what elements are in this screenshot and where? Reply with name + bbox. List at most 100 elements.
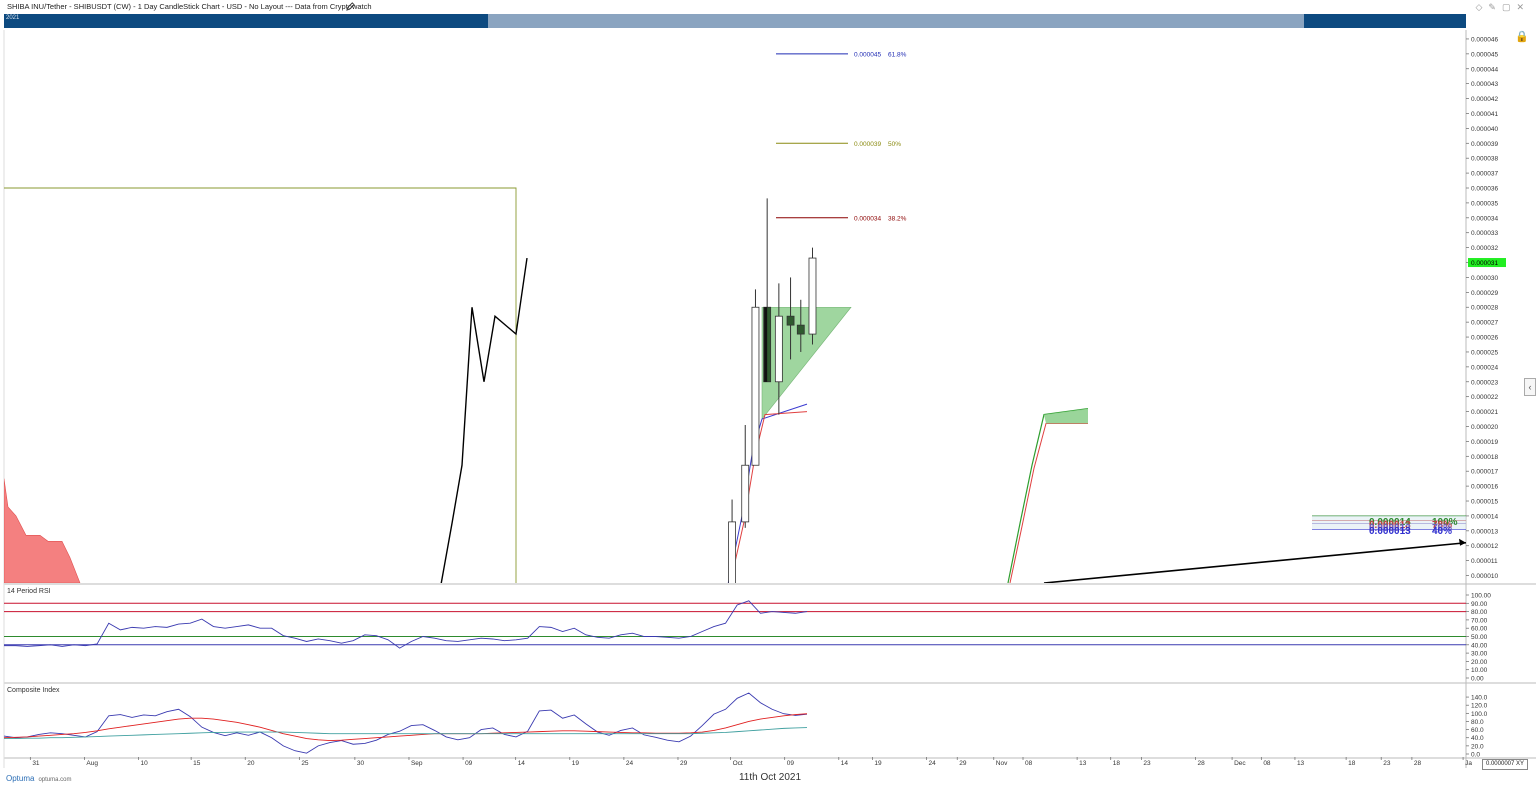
fib-pct-label: 61.8% xyxy=(888,51,907,58)
price-tick-label: 0.000035 xyxy=(1471,200,1498,207)
price-tick-label: 0.000046 xyxy=(1471,36,1498,43)
price-tick-label: 0.000034 xyxy=(1471,215,1498,222)
x-tick-label: Dec xyxy=(1234,760,1246,767)
cursor-date: 11th Oct 2021 xyxy=(738,772,802,783)
price-tick-label: 0.000039 xyxy=(1471,141,1498,148)
x-tick-label: 08 xyxy=(1025,760,1033,767)
x-tick-label: 20 xyxy=(247,760,255,767)
rsi-tick-label: 70.00 xyxy=(1471,617,1488,624)
ci-tick-label: 0.0 xyxy=(1471,752,1480,759)
ci-tick-label: 40.0 xyxy=(1471,735,1484,742)
fib-pct-label: 38.2% xyxy=(888,215,907,222)
price-tick-label: 0.000028 xyxy=(1471,305,1498,312)
last-price-label: 0.000031 xyxy=(1471,260,1498,267)
rsi-tick-label: 30.00 xyxy=(1471,651,1488,658)
x-tick-label: 09 xyxy=(787,760,795,767)
x-tick-label: 14 xyxy=(841,760,849,767)
lock-icon[interactable]: 🔒 xyxy=(1515,30,1529,44)
ma-line-blue xyxy=(727,403,808,583)
fib-price-label: 0.000045 xyxy=(854,51,881,58)
ci-tick-label: 100.0 xyxy=(1471,711,1488,718)
rsi-tick-label: 50.00 xyxy=(1471,634,1488,641)
x-tick-label: 14 xyxy=(518,760,526,767)
ci-series-line xyxy=(3,692,808,754)
x-tick-label: 10 xyxy=(141,760,149,767)
rsi-tick-label: 60.00 xyxy=(1471,626,1488,633)
price-tick-label: 0.000044 xyxy=(1471,66,1498,73)
ci-tick-label: 20.0 xyxy=(1471,743,1484,750)
price-tick-label: 0.000027 xyxy=(1471,320,1498,327)
rsi-tick-label: 10.00 xyxy=(1471,667,1488,674)
boxed-range-outline xyxy=(4,187,517,583)
red-projection-line xyxy=(1009,423,1088,583)
price-tick-label: 0.000023 xyxy=(1471,379,1498,386)
optuma-logo: Optuma optuma.com xyxy=(6,774,71,783)
price-tick-label: 0.000019 xyxy=(1471,439,1498,446)
price-tick-label: 0.000020 xyxy=(1471,424,1498,431)
rsi-tick-label: 20.00 xyxy=(1471,659,1488,666)
x-tick-label: 28 xyxy=(1414,760,1422,767)
ci-title: Composite Index xyxy=(7,687,60,694)
x-tick-label: 30 xyxy=(357,760,365,767)
x-tick-label: 24 xyxy=(929,760,937,767)
ci-series-line xyxy=(3,713,808,742)
price-tick-label: 0.000042 xyxy=(1471,96,1498,103)
trend-line xyxy=(1043,541,1466,583)
candle-body xyxy=(728,521,736,583)
price-tick-label: 0.000026 xyxy=(1471,335,1498,342)
price-tick-label: 0.000010 xyxy=(1471,573,1498,580)
x-tick-label: 18 xyxy=(1113,760,1121,767)
x-tick-label: 18 xyxy=(1348,760,1356,767)
x-tick-label: Oct xyxy=(733,760,743,767)
x-tick-label: 29 xyxy=(959,760,967,767)
xy-readout: 0.0000007 XY xyxy=(1482,759,1528,770)
price-tick-label: 0.000036 xyxy=(1471,186,1498,193)
fib-price-label: 0.000034 xyxy=(854,215,881,222)
x-tick-label: 08 xyxy=(1263,760,1271,767)
candle-body xyxy=(751,306,760,466)
ci-tick-label: 60.0 xyxy=(1471,727,1484,734)
price-tick-label: 0.000030 xyxy=(1471,275,1498,282)
ci-tick-label: 140.0 xyxy=(1471,695,1488,702)
price-tick-label: 0.000018 xyxy=(1471,454,1498,461)
x-tick-label: Aug xyxy=(86,760,98,767)
brand-url: optuma.com xyxy=(38,777,72,783)
price-tick-label: 0.000037 xyxy=(1471,171,1498,178)
x-tick-label: 23 xyxy=(1383,760,1391,767)
x-tick-label: 23 xyxy=(1143,760,1151,767)
candle-body-dark xyxy=(764,307,768,382)
price-tick-label: 0.000013 xyxy=(1471,528,1498,535)
brand-name: Optuma xyxy=(6,774,35,783)
price-tick-label: 0.000017 xyxy=(1471,469,1498,476)
rsi-tick-label: 90.00 xyxy=(1471,601,1488,608)
collapse-panel-icon[interactable]: ‹ xyxy=(1524,378,1536,396)
x-tick-label: 19 xyxy=(874,760,882,767)
candle-body xyxy=(786,315,795,326)
price-tick-label: 0.000032 xyxy=(1471,245,1498,252)
green-projection-line xyxy=(1007,408,1089,583)
rsi-line xyxy=(4,600,808,649)
rsi-title: 14 Period RSI xyxy=(7,588,51,595)
x-tick-label: Ja xyxy=(1465,760,1472,767)
trend-arrowhead xyxy=(1459,538,1466,546)
chart-canvas[interactable]: 0.000045 61.8% 0.000039 50% 0.000034 38.2% 0.0… xyxy=(0,0,1536,788)
rsi-tick-label: 40.00 xyxy=(1471,642,1488,649)
x-tick-label: Nov xyxy=(996,760,1008,767)
x-tick-label: 19 xyxy=(572,760,580,767)
xy-value: 0.0000007 xyxy=(1485,761,1515,767)
ci-tick-label: 120.0 xyxy=(1471,703,1488,710)
price-tick-label: 0.000014 xyxy=(1471,513,1498,520)
price-projection-line xyxy=(440,257,528,583)
fib-pct-label: 50% xyxy=(888,141,901,148)
price-tick-label: 0.000029 xyxy=(1471,290,1498,297)
x-tick-label: 25 xyxy=(301,760,309,767)
x-tick-label: 24 xyxy=(626,760,634,767)
price-tick-label: 0.000040 xyxy=(1471,126,1498,133)
ichimoku-cloud-red xyxy=(4,478,81,583)
fib-cluster-price: 0.000013 xyxy=(1369,526,1411,537)
ci-tick-label: 80.0 xyxy=(1471,719,1484,726)
price-tick-label: 0.000043 xyxy=(1471,81,1498,88)
price-tick-label: 0.000033 xyxy=(1471,230,1498,237)
price-pane xyxy=(4,187,1466,583)
x-tick-label: 31 xyxy=(32,760,40,767)
